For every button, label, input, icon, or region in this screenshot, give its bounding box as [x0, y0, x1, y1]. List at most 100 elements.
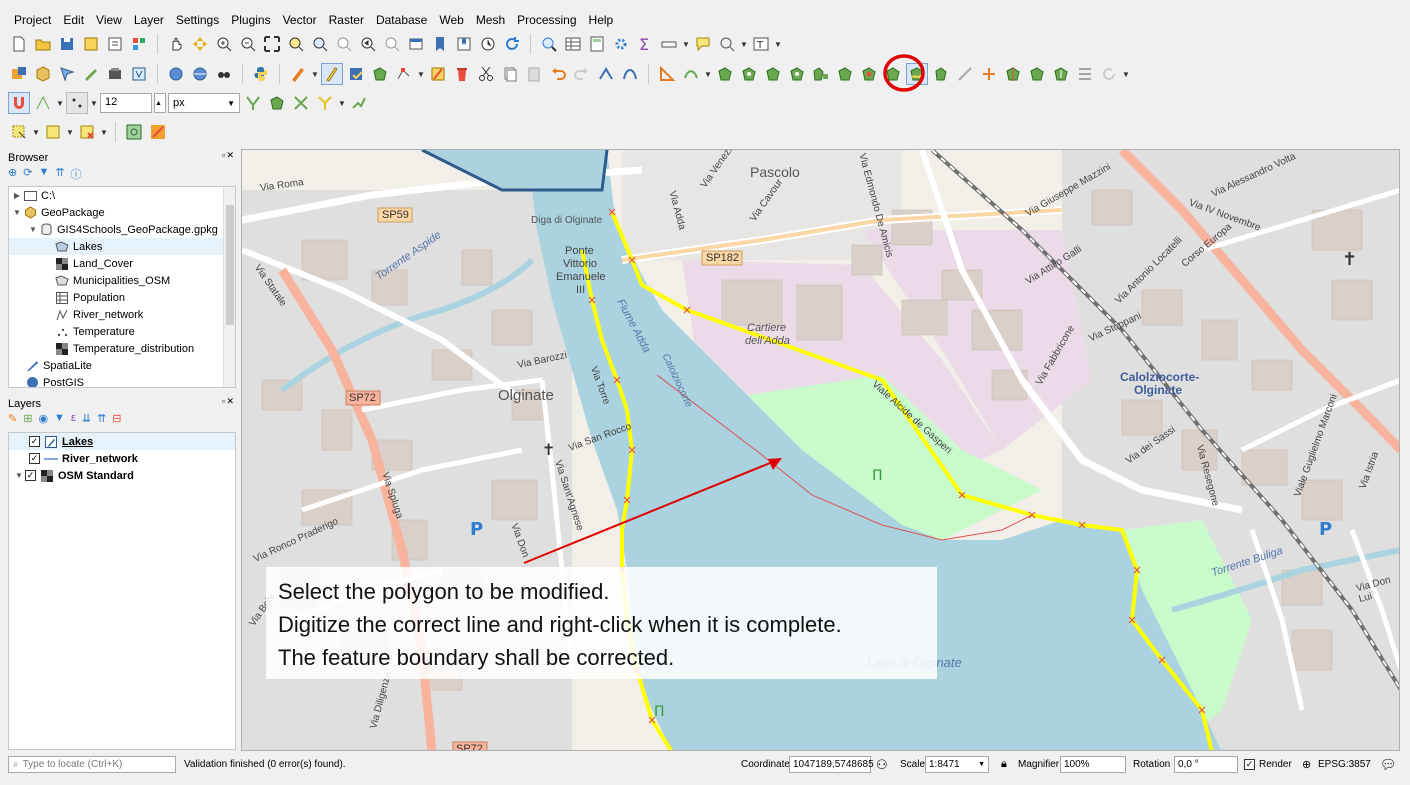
add-wms-layer-icon[interactable] [165, 63, 187, 85]
toggle-extents-icon[interactable]: ⚇ [876, 756, 888, 773]
new-geopackage-layer-icon[interactable] [32, 63, 54, 85]
cut-features-icon[interactable] [475, 63, 497, 85]
expand-all-icon[interactable]: ⇊ [82, 412, 91, 428]
trim-extend-icon[interactable] [978, 63, 1000, 85]
select-by-expression-icon[interactable] [42, 121, 64, 143]
rotate-feature-icon[interactable] [738, 63, 760, 85]
paste-features-icon[interactable] [523, 63, 545, 85]
new-project-icon[interactable] [8, 33, 30, 55]
scale-combobox[interactable]: 1:8471 ▼ [925, 756, 989, 773]
menu-mesh[interactable]: Mesh [470, 10, 511, 30]
coordinate-field[interactable]: 1047189,5748685 [789, 756, 874, 773]
chevron-down-icon[interactable]: ▼ [704, 70, 712, 79]
menu-processing[interactable]: Processing [511, 10, 582, 30]
chevron-right-icon[interactable]: ▶ [11, 191, 23, 200]
chevron-down-icon[interactable]: ▼ [32, 128, 40, 137]
zoom-last-icon[interactable] [357, 33, 379, 55]
snapping-unit-select[interactable]: px ▼ [168, 93, 240, 113]
menu-settings[interactable]: Settings [170, 10, 225, 30]
chevron-down-icon[interactable]: ▼ [27, 225, 39, 234]
pan-map-icon[interactable] [165, 33, 187, 55]
digitize-with-segment-icon[interactable] [595, 63, 617, 85]
menu-web[interactable]: Web [433, 10, 469, 30]
float-panel-icon[interactable]: ▫ [222, 396, 225, 406]
layer-item-osm-standard[interactable]: ▼ ✓ OSM Standard [9, 467, 235, 484]
snapping-type-icon[interactable] [66, 92, 88, 114]
zoom-out-icon[interactable] [237, 33, 259, 55]
toggle-editing-icon[interactable] [321, 63, 343, 85]
properties-icon[interactable]: ⓘ [71, 166, 82, 182]
new-map-view-icon[interactable] [405, 33, 427, 55]
crs-label[interactable]: EPSG:3857 [1318, 756, 1371, 773]
magnifier-spinbox[interactable]: 100% [1060, 756, 1126, 773]
style-manager-icon[interactable] [128, 33, 150, 55]
refresh-icon[interactable] [501, 33, 523, 55]
zoom-in-icon[interactable] [213, 33, 235, 55]
add-part-icon[interactable] [810, 63, 832, 85]
chevron-down-icon[interactable]: ▼ [13, 471, 25, 480]
self-snapping-icon[interactable] [314, 92, 336, 114]
browser-item-municipalities[interactable]: Municipalities_OSM [9, 272, 235, 289]
undo-icon[interactable] [547, 63, 569, 85]
browser-item-lakes[interactable]: Lakes [9, 238, 235, 255]
text-annotation-icon[interactable]: T [750, 33, 772, 55]
processing-toolbox-icon[interactable] [610, 33, 632, 55]
rotate-point-symbols-icon[interactable] [1098, 63, 1120, 85]
select-features-icon[interactable] [8, 121, 30, 143]
chevron-down-icon[interactable]: ▼ [338, 99, 346, 108]
filter-by-expression-icon[interactable]: ε [71, 412, 76, 428]
add-selected-layers-icon[interactable]: ⊕ [8, 166, 17, 182]
simplify-feature-icon[interactable] [762, 63, 784, 85]
menu-help[interactable]: Help [583, 10, 620, 30]
plugin-icon[interactable] [147, 121, 169, 143]
current-edits-icon[interactable] [287, 63, 309, 85]
messages-icon[interactable]: 💬︎ [1380, 756, 1397, 773]
layer-visibility-checkbox[interactable]: ✓ [29, 436, 40, 447]
filter-browser-icon[interactable]: ▼ [38, 166, 49, 182]
menu-plugins[interactable]: Plugins [225, 10, 276, 30]
browser-item-geopackage[interactable]: ▼ GeoPackage [9, 204, 235, 221]
chevron-down-icon[interactable]: ▼ [682, 40, 690, 49]
new-print-layout-icon[interactable] [80, 33, 102, 55]
data-source-manager-icon[interactable] [8, 63, 30, 85]
browser-item-population[interactable]: Population [9, 289, 235, 306]
browser-item-temperature[interactable]: Temperature [9, 323, 235, 340]
deselect-features-icon[interactable] [76, 121, 98, 143]
new-virtual-layer-icon[interactable] [128, 63, 150, 85]
menu-view[interactable]: View [90, 10, 128, 30]
manage-map-themes-icon[interactable]: ◉ [38, 412, 48, 428]
move-feature-icon[interactable] [714, 63, 736, 85]
pan-to-selection-icon[interactable] [189, 33, 211, 55]
zoom-next-icon[interactable] [381, 33, 403, 55]
map-tips-icon[interactable] [692, 33, 714, 55]
browser-item-land-cover[interactable]: Land_Cover [9, 255, 235, 272]
statistical-summary-icon[interactable]: Σ [634, 33, 656, 55]
refresh-icon[interactable]: ⟳ [23, 166, 32, 182]
browser-item-postgis[interactable]: PostGIS [9, 374, 235, 387]
show-layout-manager-icon[interactable] [104, 33, 126, 55]
rotation-spinbox[interactable]: 0,0 ° [1174, 756, 1238, 773]
menu-edit[interactable]: Edit [57, 10, 90, 30]
layer-visibility-checkbox[interactable]: ✓ [29, 453, 40, 464]
layer-item-lakes[interactable]: ✓ Lakes [9, 433, 235, 450]
chevron-down-icon[interactable]: ▼ [774, 40, 782, 49]
fill-ring-icon[interactable] [834, 63, 856, 85]
chevron-down-icon[interactable]: ▼ [56, 99, 64, 108]
browser-item-river-network[interactable]: River_network [9, 306, 235, 323]
close-panel-icon[interactable]: ✕ [226, 150, 234, 161]
advanced-digitizing-icon[interactable] [656, 63, 678, 85]
menu-project[interactable]: Project [8, 10, 57, 30]
browser-item-gpkg-file[interactable]: ▼ GIS4Schools_GeoPackage.gpkg [9, 221, 235, 238]
redo-icon[interactable] [571, 63, 593, 85]
copy-features-icon[interactable] [499, 63, 521, 85]
browser-item-spatialite[interactable]: SpatiaLite [9, 357, 235, 374]
new-shapefile-layer-icon[interactable] [56, 63, 78, 85]
close-panel-icon[interactable]: ✕ [226, 396, 234, 407]
tracing-icon[interactable] [348, 92, 370, 114]
menu-raster[interactable]: Raster [323, 10, 370, 30]
filter-legend-icon[interactable]: ▼ [54, 412, 65, 428]
identify-features-icon[interactable] [538, 33, 560, 55]
snapping-tolerance-stepper[interactable]: ▲ [154, 93, 166, 113]
temporal-controller-icon[interactable] [477, 33, 499, 55]
browser-scrollbar[interactable] [223, 187, 235, 387]
